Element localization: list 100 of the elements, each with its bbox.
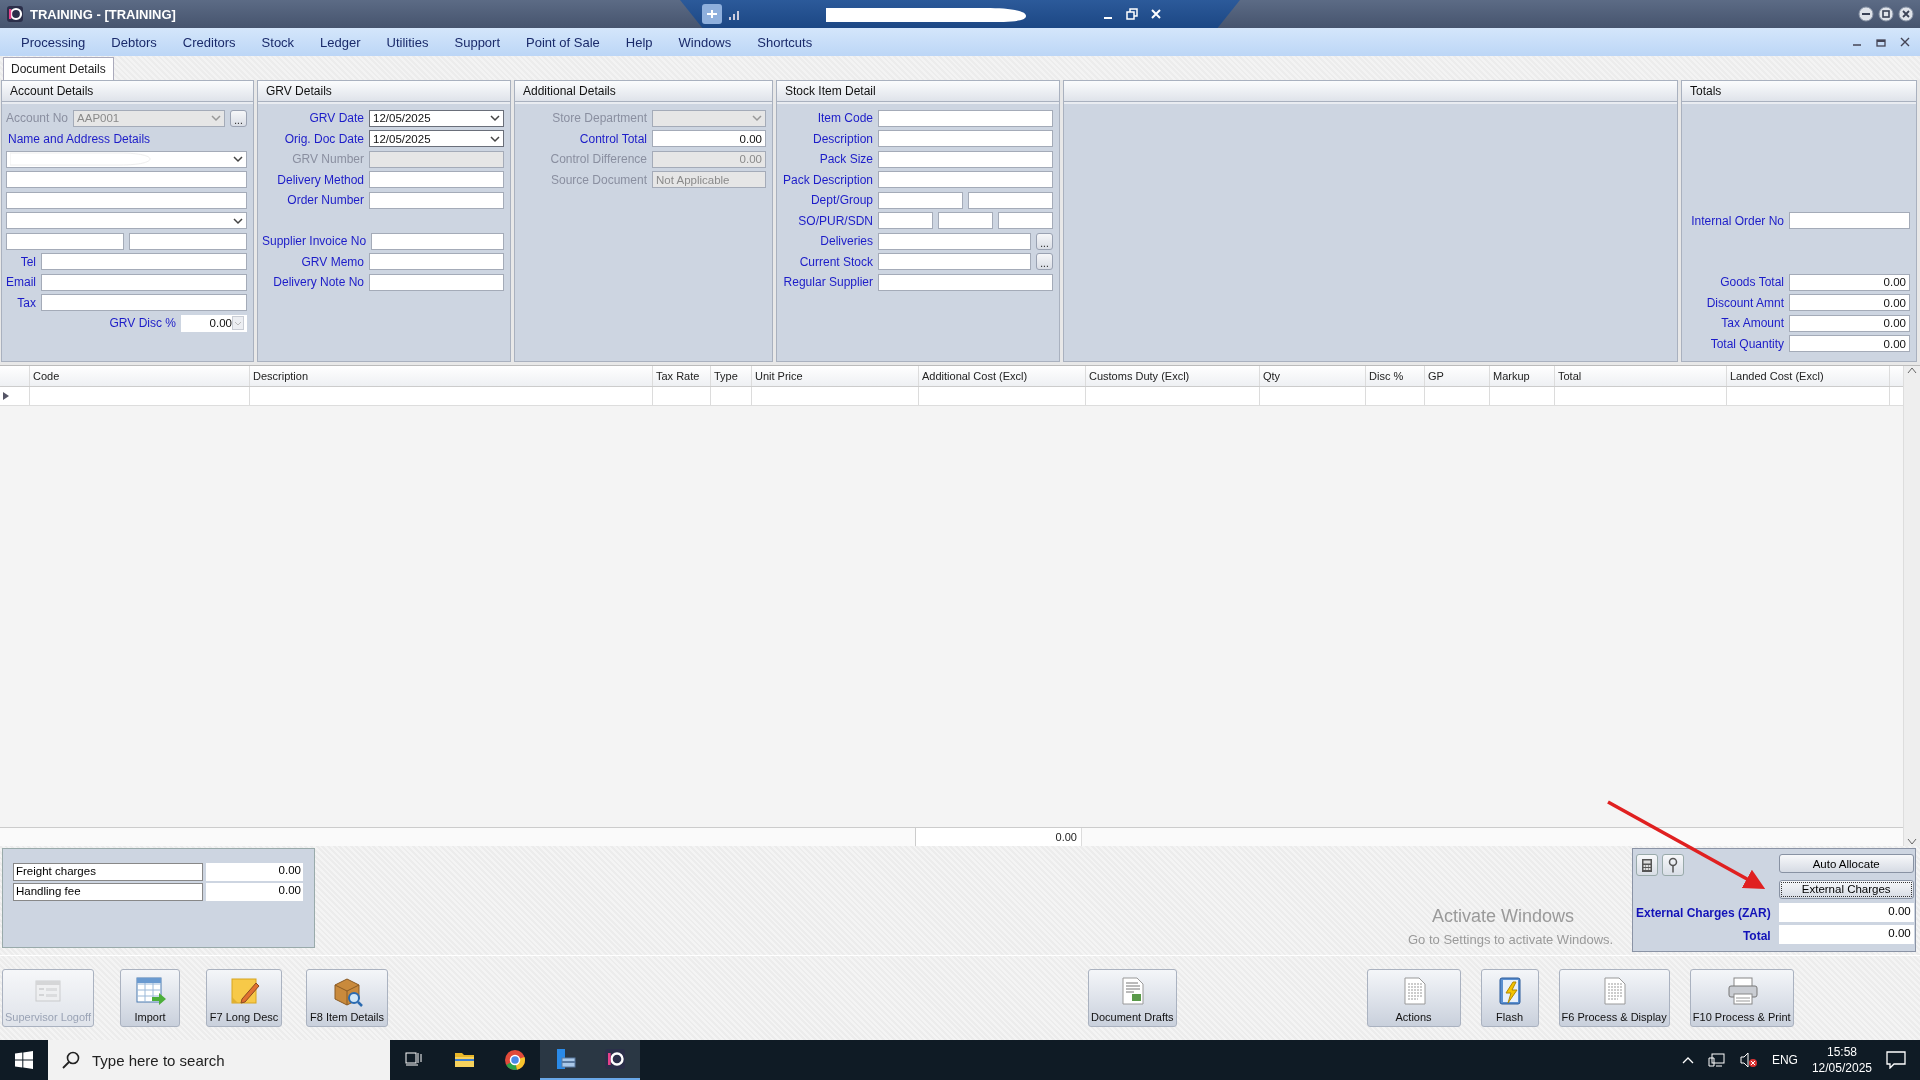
- column-header[interactable]: Qty: [1260, 366, 1366, 386]
- input-field[interactable]: [938, 212, 993, 230]
- menu-item[interactable]: Processing: [21, 31, 86, 53]
- ellipsis-button[interactable]: ...: [1036, 232, 1053, 250]
- input-field[interactable]: 0.00: [1789, 273, 1910, 291]
- amount-field[interactable]: 0.00: [1778, 925, 1914, 945]
- menu-item[interactable]: Creditors: [182, 31, 236, 53]
- spinner-icon[interactable]: [232, 316, 244, 331]
- input-field[interactable]: [878, 171, 1053, 189]
- column-header[interactable]: GP: [1425, 366, 1490, 386]
- volume-muted-icon[interactable]: [1739, 1052, 1758, 1068]
- toolbar-button[interactable]: Document Drafts: [1088, 969, 1177, 1027]
- input-field[interactable]: [6, 171, 247, 189]
- auto-allocate-button[interactable]: Auto Allocate: [1778, 854, 1914, 873]
- input-field[interactable]: [968, 191, 1053, 209]
- date-field[interactable]: 12/05/2025: [369, 130, 504, 148]
- input-field[interactable]: [371, 232, 504, 250]
- column-header[interactable]: Markup: [1490, 366, 1555, 386]
- dropdown-field[interactable]: [6, 212, 247, 230]
- input-field[interactable]: [41, 273, 247, 291]
- input-field[interactable]: [878, 150, 1053, 168]
- input-field[interactable]: [878, 191, 963, 209]
- input-field[interactable]: [369, 171, 504, 189]
- menu-item[interactable]: Stock: [261, 31, 295, 53]
- toolbar-button[interactable]: Import: [120, 969, 181, 1027]
- input-field[interactable]: [129, 232, 247, 250]
- maximize-icon[interactable]: [1878, 6, 1894, 22]
- input-field[interactable]: 0.00: [181, 314, 247, 332]
- clock[interactable]: 15:58 12/05/2025: [1811, 1044, 1872, 1076]
- browser-icon[interactable]: [504, 1049, 526, 1071]
- menu-item[interactable]: Help: [625, 31, 653, 53]
- external-charges-button[interactable]: External Charges: [1778, 879, 1914, 899]
- column-header[interactable]: Total: [1555, 366, 1727, 386]
- input-field[interactable]: 0.00: [652, 130, 766, 148]
- start-icon[interactable]: [15, 1051, 33, 1069]
- menu-item[interactable]: Ledger: [320, 31, 361, 53]
- menu-item[interactable]: Support: [454, 31, 501, 53]
- minimize-icon[interactable]: [1858, 6, 1874, 22]
- calculator-button[interactable]: [1636, 854, 1658, 876]
- scroll-up-icon[interactable]: [1907, 366, 1917, 374]
- input-field[interactable]: [369, 273, 504, 291]
- field-label: Delivery Method: [276, 172, 364, 187]
- search-field[interactable]: Type here to search: [48, 1040, 390, 1080]
- column-header[interactable]: Landed Cost (Excl): [1727, 366, 1890, 386]
- input-field[interactable]: [41, 294, 247, 312]
- combo-field[interactable]: [6, 150, 247, 168]
- toolbar-button[interactable]: F7 Long Desc: [206, 969, 283, 1027]
- column-header[interactable]: Tax Rate: [653, 366, 711, 386]
- input-field[interactable]: [6, 191, 247, 209]
- toolbar-button[interactable]: F6 Process & Display: [1558, 969, 1670, 1027]
- column-header[interactable]: Code: [30, 366, 250, 386]
- input-field[interactable]: [369, 191, 504, 209]
- charge-amount[interactable]: 0.00: [206, 863, 303, 881]
- date-field[interactable]: 12/05/2025: [369, 109, 504, 127]
- column-header[interactable]: Customs Duty (Excl): [1086, 366, 1260, 386]
- field-label: Delivery Note No: [272, 275, 364, 290]
- input-field[interactable]: 0.00: [1789, 314, 1910, 332]
- input-field[interactable]: 0.00: [1789, 294, 1910, 312]
- tab[interactable]: Document Details: [3, 57, 114, 80]
- input-field[interactable]: [878, 253, 1031, 271]
- input-field[interactable]: [1789, 212, 1910, 230]
- input-field[interactable]: [878, 232, 1031, 250]
- column-header[interactable]: Type: [711, 366, 752, 386]
- input-field[interactable]: [998, 212, 1053, 230]
- chevron-up-icon[interactable]: [1681, 1056, 1694, 1064]
- menu-item[interactable]: Windows: [678, 31, 732, 53]
- ellipsis-button[interactable]: ...: [1036, 253, 1053, 271]
- charge-amount[interactable]: 0.00: [206, 883, 303, 901]
- input-field[interactable]: [878, 273, 1053, 291]
- column-header[interactable]: Description: [250, 366, 653, 386]
- restore-icon[interactable]: [1126, 8, 1138, 20]
- probe-button[interactable]: [1662, 854, 1684, 876]
- input-field[interactable]: [6, 232, 124, 250]
- close-icon[interactable]: [1900, 37, 1910, 47]
- input-field[interactable]: 0.00: [1789, 335, 1910, 353]
- menu-item[interactable]: Shortcuts: [757, 31, 813, 53]
- input-field[interactable]: [878, 212, 933, 230]
- column-header[interactable]: Unit Price: [752, 366, 919, 386]
- input-field[interactable]: [878, 109, 1053, 127]
- restore-icon[interactable]: [1876, 37, 1886, 47]
- column-header[interactable]: Additional Cost (Excl): [919, 366, 1086, 386]
- close-icon[interactable]: [1898, 6, 1914, 22]
- toolbar-button[interactable]: Actions: [1366, 969, 1461, 1027]
- language-indicator[interactable]: ENG: [1771, 1053, 1798, 1067]
- toolbar-button[interactable]: Flash: [1480, 969, 1539, 1027]
- scroll-down-icon[interactable]: [1907, 838, 1917, 846]
- network-icon[interactable]: [1707, 1052, 1726, 1068]
- server-icon[interactable]: [554, 1048, 576, 1070]
- input-field[interactable]: [41, 253, 247, 271]
- amount-field[interactable]: 0.00: [1778, 902, 1914, 922]
- toolbar-button[interactable]: F8 Item Details: [306, 969, 389, 1027]
- input-field[interactable]: [369, 253, 504, 271]
- notification-icon[interactable]: [1886, 1051, 1906, 1069]
- toolbar-button[interactable]: F10 Process & Print: [1689, 969, 1794, 1027]
- input-field[interactable]: [878, 130, 1053, 148]
- column-header[interactable]: Disc %: [1366, 366, 1425, 386]
- menu-item[interactable]: Utilities: [386, 31, 429, 53]
- app-logo-icon[interactable]: [604, 1048, 626, 1070]
- menu-item[interactable]: Point of Sale: [526, 31, 600, 53]
- menu-item[interactable]: Debtors: [111, 31, 157, 53]
